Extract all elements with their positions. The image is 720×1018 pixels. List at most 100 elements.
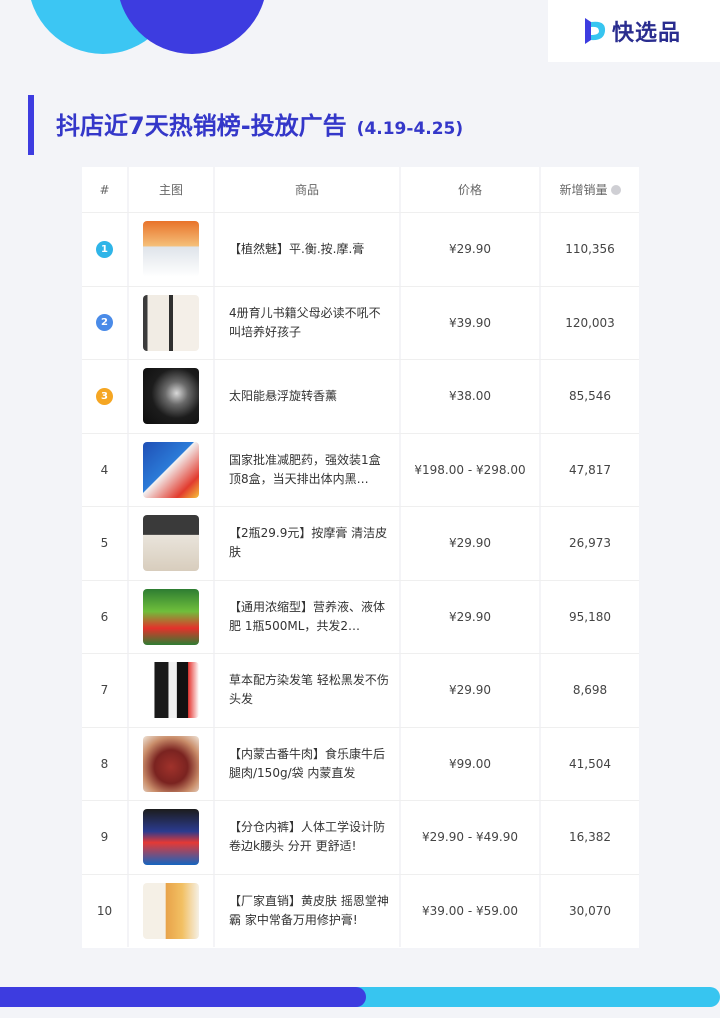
price-cell: ¥29.90 [401, 580, 541, 653]
table-row[interactable]: 6 【通用浓缩型】营养液、液体肥 1瓶500ML，共发2… ¥29.90 95,180 [82, 579, 639, 654]
image-cell [129, 801, 215, 874]
product-sales: 95,180 [569, 609, 611, 624]
rank-cell: 8 [82, 727, 129, 800]
rank-cell: 9 [82, 801, 129, 874]
product-sales: 120,003 [565, 315, 615, 330]
product-sales: 41,504 [569, 756, 611, 771]
product-thumbnail[interactable] [143, 368, 199, 425]
info-icon[interactable] [610, 184, 621, 195]
rank-cell: 7 [82, 654, 129, 727]
product-thumbnail[interactable] [143, 294, 199, 351]
sales-cell: 8,698 [541, 654, 639, 727]
product-sales: 16,382 [569, 830, 611, 845]
sales-cell: 30,070 [541, 875, 639, 948]
page-title-main: 抖店近7天热销榜-投放广告 [56, 112, 347, 140]
header-name: 商品 [215, 167, 401, 212]
table-row[interactable]: 9 【分仓内裤】人体工学设计防卷边k腰头 分开 更舒适! ¥29.90 - ¥49.… [82, 800, 639, 874]
rank-cell: 6 [82, 580, 129, 653]
product-sales: 85,546 [569, 389, 611, 404]
rank-cell: 1 [82, 213, 129, 286]
product-name[interactable]: 国家批准减肥药，强效装1盒顶8盒，当天排出体内黑… [229, 451, 389, 489]
product-name[interactable]: 【厂家直销】黄皮肤 摇恩堂神霸 家中常备万用修护膏! [229, 892, 389, 930]
price-cell: ¥29.90 [401, 213, 541, 286]
page-title-date: (4.19-4.25) [356, 119, 464, 139]
product-thumbnail[interactable] [143, 441, 199, 498]
table-header: # 主图 商品 价格 新增销量 [82, 167, 639, 212]
rank-number: 6 [100, 609, 109, 624]
rank-number: 10 [96, 903, 113, 918]
product-thumbnail[interactable] [143, 221, 199, 278]
name-cell: 【内蒙古番牛肉】食乐康牛后腿肉/150g/袋 内蒙直发 [215, 727, 401, 800]
product-thumbnail[interactable] [143, 662, 199, 719]
product-sales: 110,356 [565, 242, 615, 257]
sales-cell: 95,180 [541, 581, 639, 654]
product-thumbnail[interactable] [143, 735, 199, 792]
product-price: ¥29.90 - ¥49.90 [422, 830, 518, 845]
name-cell: 国家批准减肥药，强效装1盒顶8盒，当天排出体内黑… [215, 433, 401, 506]
table-row[interactable]: 1 【植然魅】平.衡.按.摩.膏 ¥29.90 110,356 [82, 212, 639, 286]
rank-number: 5 [100, 536, 109, 551]
product-name[interactable]: 【分仓内裤】人体工学设计防卷边k腰头 分开 更舒适! [229, 818, 389, 856]
footer-bar-blue [0, 987, 366, 1007]
title-accent-bar [28, 95, 34, 155]
brand-logo-icon [585, 18, 606, 44]
image-cell [129, 727, 215, 800]
sales-cell: 41,504 [541, 728, 639, 801]
product-name[interactable]: 草本配方染发笔 轻松黑发不伤头发 [229, 671, 389, 709]
rank-cell: 3 [82, 360, 129, 433]
price-cell: ¥29.90 [401, 654, 541, 727]
price-cell: ¥198.00 - ¥298.00 [401, 433, 541, 506]
sales-cell: 26,973 [541, 507, 639, 580]
rank-number: 4 [100, 462, 109, 477]
image-cell [129, 433, 215, 506]
product-thumbnail[interactable] [143, 515, 199, 572]
rank-cell: 5 [82, 507, 129, 580]
product-price: ¥29.90 [449, 536, 491, 551]
product-sales: 26,973 [569, 536, 611, 551]
table-row[interactable]: 4 国家批准减肥药，强效装1盒顶8盒，当天排出体内黑… ¥198.00 - ¥298… [82, 432, 639, 506]
table-row[interactable]: 7 草本配方染发笔 轻松黑发不伤头发 ¥29.90 8,698 [82, 653, 639, 727]
rank-medal-icon: 3 [96, 387, 113, 405]
table-row[interactable]: 3 太阳能悬浮旋转香薰 ¥38.00 85,546 [82, 359, 639, 433]
product-price: ¥38.00 [449, 389, 491, 404]
name-cell: 草本配方染发笔 轻松黑发不伤头发 [215, 654, 401, 727]
price-cell: ¥39.90 [401, 286, 541, 359]
header-sales: 新增销量 [541, 167, 639, 212]
product-price: ¥39.90 [449, 315, 491, 330]
table-row[interactable]: 5 【2瓶29.9元】按摩膏 清洁皮肤 ¥29.90 26,973 [82, 506, 639, 580]
name-cell: 【2瓶29.9元】按摩膏 清洁皮肤 [215, 507, 401, 580]
ranking-table: # 主图 商品 价格 新增销量 1 【植然魅】平.衡.按.摩.膏 ¥29.90 110… [82, 167, 639, 948]
product-name[interactable]: 太阳能悬浮旋转香薰 [229, 387, 389, 406]
product-name[interactable]: 【2瓶29.9元】按摩膏 清洁皮肤 [229, 524, 389, 562]
image-cell [129, 874, 215, 947]
price-cell: ¥29.90 [401, 507, 541, 580]
name-cell: 【植然魅】平.衡.按.摩.膏 [215, 213, 401, 286]
product-price: ¥99.00 [449, 756, 491, 771]
product-thumbnail[interactable] [143, 882, 199, 939]
product-thumbnail[interactable] [143, 809, 199, 866]
rank-cell: 10 [82, 874, 129, 947]
product-name[interactable]: 4册育儿书籍父母必读不吼不叫培养好孩子 [229, 304, 389, 342]
table-row[interactable]: 10 【厂家直销】黄皮肤 摇恩堂神霸 家中常备万用修护膏! ¥39.00 - ¥59… [82, 873, 639, 948]
product-thumbnail[interactable] [143, 588, 199, 645]
sales-cell: 120,003 [541, 287, 639, 360]
table-row[interactable]: 8 【内蒙古番牛肉】食乐康牛后腿肉/150g/袋 内蒙直发 ¥99.00 41,504 [82, 726, 639, 801]
name-cell: 4册育儿书籍父母必读不吼不叫培养好孩子 [215, 286, 401, 359]
product-name[interactable]: 【通用浓缩型】营养液、液体肥 1瓶500ML，共发2… [229, 598, 389, 636]
image-cell [129, 580, 215, 653]
name-cell: 【分仓内裤】人体工学设计防卷边k腰头 分开 更舒适! [215, 801, 401, 874]
table-row[interactable]: 2 4册育儿书籍父母必读不吼不叫培养好孩子 ¥39.90 120,003 [82, 285, 639, 360]
brand-logo: 快选品 [548, 0, 720, 62]
product-name[interactable]: 【内蒙古番牛肉】食乐康牛后腿肉/150g/袋 内蒙直发 [229, 745, 389, 783]
price-cell: ¥38.00 [401, 360, 541, 433]
page-title: 抖店近7天热销榜-投放广告 (4.19-4.25) [56, 106, 463, 141]
product-name[interactable]: 【植然魅】平.衡.按.摩.膏 [229, 240, 389, 259]
header-rank: # [82, 167, 129, 212]
rank-number: 9 [100, 830, 109, 845]
product-sales: 47,817 [569, 462, 611, 477]
name-cell: 【厂家直销】黄皮肤 摇恩堂神霸 家中常备万用修护膏! [215, 874, 401, 947]
name-cell: 太阳能悬浮旋转香薰 [215, 360, 401, 433]
image-cell [129, 286, 215, 359]
image-cell [129, 654, 215, 727]
header-price: 价格 [401, 167, 541, 212]
